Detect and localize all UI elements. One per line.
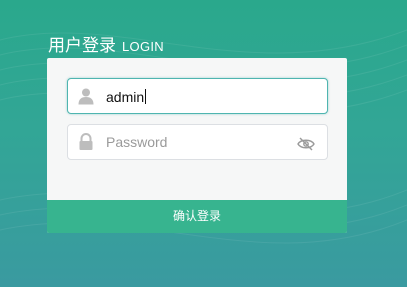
username-value[interactable]: admin — [106, 88, 147, 106]
page-title: 用户登录 LOGIN — [48, 36, 164, 57]
password-field[interactable] — [67, 124, 328, 160]
username-field[interactable]: admin — [67, 78, 328, 114]
title-text: 用户登录 — [48, 36, 116, 56]
eye-slash-icon[interactable] — [297, 137, 315, 151]
text-caret — [145, 89, 147, 104]
password-input[interactable] — [106, 132, 286, 152]
lock-icon — [79, 133, 93, 150]
username-text: admin — [106, 89, 145, 105]
login-button[interactable]: 确认登录 — [47, 200, 347, 233]
user-icon — [78, 88, 94, 105]
title-subtitle: LOGIN — [122, 39, 164, 54]
login-panel: admin 确认登录 — [47, 58, 347, 233]
